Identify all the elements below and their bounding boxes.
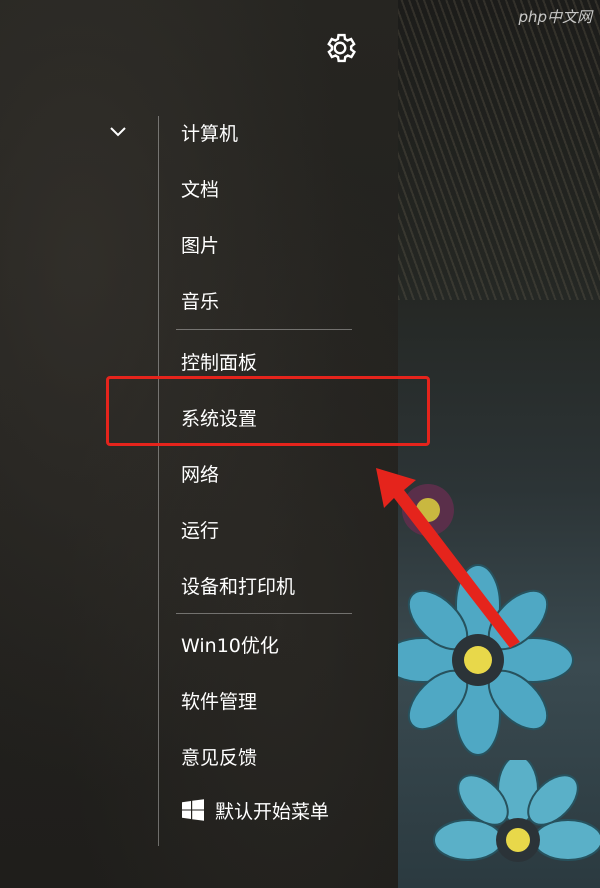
annotation-highlight-box bbox=[106, 376, 430, 446]
gear-icon[interactable] bbox=[322, 30, 358, 66]
menu-item-music[interactable]: 音乐 bbox=[174, 278, 374, 322]
menu-divider bbox=[176, 329, 352, 330]
site-watermark: php中文网 bbox=[518, 8, 592, 26]
wallpaper-flower bbox=[433, 760, 600, 862]
chevron-down-icon[interactable] bbox=[106, 122, 130, 142]
wallpaper-feather-texture bbox=[398, 0, 600, 300]
menu-item-run[interactable]: 运行 bbox=[174, 507, 374, 551]
menu-item-default-start-menu[interactable]: 默认开始菜单 bbox=[174, 788, 374, 832]
menu-item-feedback[interactable]: 意见反馈 bbox=[174, 734, 374, 778]
vertical-divider bbox=[158, 116, 159, 846]
menu-item-documents[interactable]: 文档 bbox=[174, 166, 374, 210]
menu-item-network[interactable]: 网络 bbox=[174, 451, 374, 495]
menu-item-software-manager[interactable]: 软件管理 bbox=[174, 678, 374, 722]
menu-item-win10-optimize[interactable]: Win10优化 bbox=[174, 622, 374, 666]
default-start-menu-label: 默认开始菜单 bbox=[215, 800, 330, 823]
menu-divider bbox=[176, 613, 352, 614]
menu-item-pictures[interactable]: 图片 bbox=[174, 222, 374, 266]
annotation-arrow-icon bbox=[376, 468, 520, 648]
menu-item-devices-printers[interactable]: 设备和打印机 bbox=[174, 563, 374, 607]
windows-logo-icon bbox=[182, 799, 204, 821]
menu-item-computer[interactable]: 计算机 bbox=[174, 110, 374, 154]
